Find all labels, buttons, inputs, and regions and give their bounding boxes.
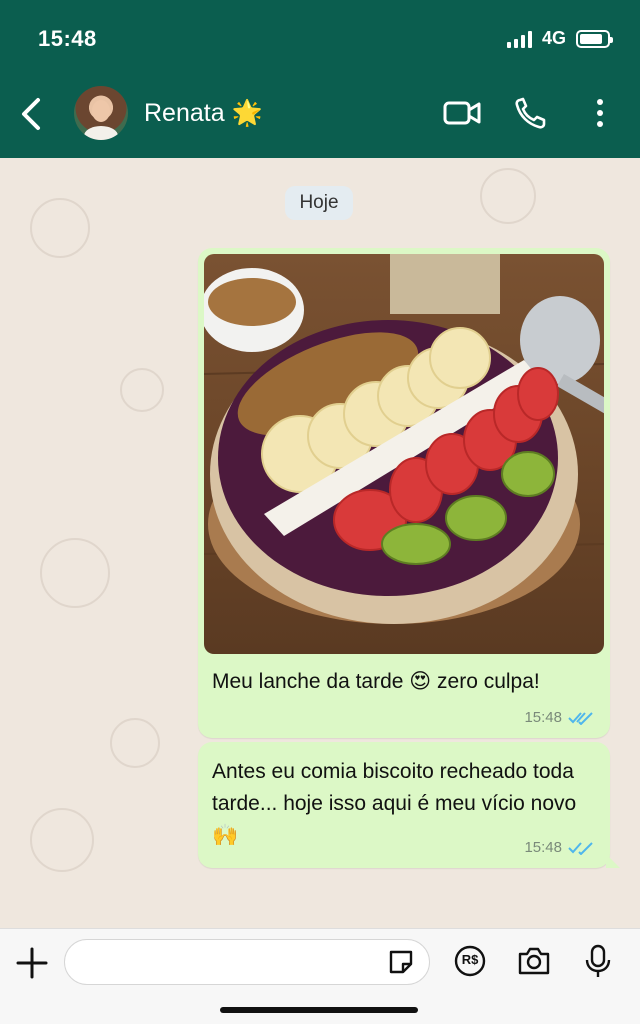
microphone-icon[interactable] [580,943,616,979]
wallpaper-doodle [40,538,110,608]
read-receipt-icon [568,841,593,855]
wallpaper-doodle [110,718,160,768]
message-meta: 15:48 [524,709,594,726]
acai-bowl-image [204,254,604,624]
read-receipt-icon [568,711,593,725]
chat-area[interactable]: Hoje Meu lanche da tarde 😍 zero culpa! 1… [0,158,640,928]
camera-icon[interactable] [516,943,552,979]
date-label: Hoje [285,186,353,220]
signal-icon [506,30,532,48]
battery-icon [576,29,613,48]
wallpaper-doodle [30,198,90,258]
wallpaper-doodle [30,808,94,872]
pay-label: R$ [461,952,479,967]
message-text: Meu lanche da tarde 😍 zero culpa! [212,670,540,693]
wallpaper-doodle [480,168,536,224]
network-label: 4G [541,28,566,48]
message-input[interactable] [64,939,430,985]
chat-header: 15:48 4G Renata 🌟 [0,0,640,158]
message-bubble-text[interactable]: Antes eu comia biscoito recheado toda ta… [198,742,620,868]
video-call-icon[interactable] [442,96,482,130]
message-text: Antes eu comia biscoito recheado toda ta… [212,760,577,847]
message-bubble-image[interactable]: Meu lanche da tarde 😍 zero culpa! 15:48 [198,248,610,738]
sticker-icon[interactable] [386,947,416,977]
status-time: 15:48 [38,26,97,51]
message-time: 15:48 [524,839,562,856]
avatar[interactable] [74,86,128,140]
acai-bowl-photo[interactable] [204,254,604,654]
back-arrow-icon[interactable] [16,92,48,136]
contact-name[interactable]: Renata 🌟 [144,99,263,128]
home-indicator [220,1007,418,1013]
pix-payment-icon[interactable]: R$ [452,943,488,979]
more-vertical-icon[interactable] [582,96,618,130]
status-indicators: 4G [506,28,613,49]
message-meta: 15:48 [524,839,594,856]
wallpaper-doodle [120,368,164,412]
message-time: 15:48 [524,709,562,726]
plus-icon[interactable] [12,943,52,983]
phone-icon[interactable] [512,96,552,130]
composer-bar: R$ [0,928,640,1024]
